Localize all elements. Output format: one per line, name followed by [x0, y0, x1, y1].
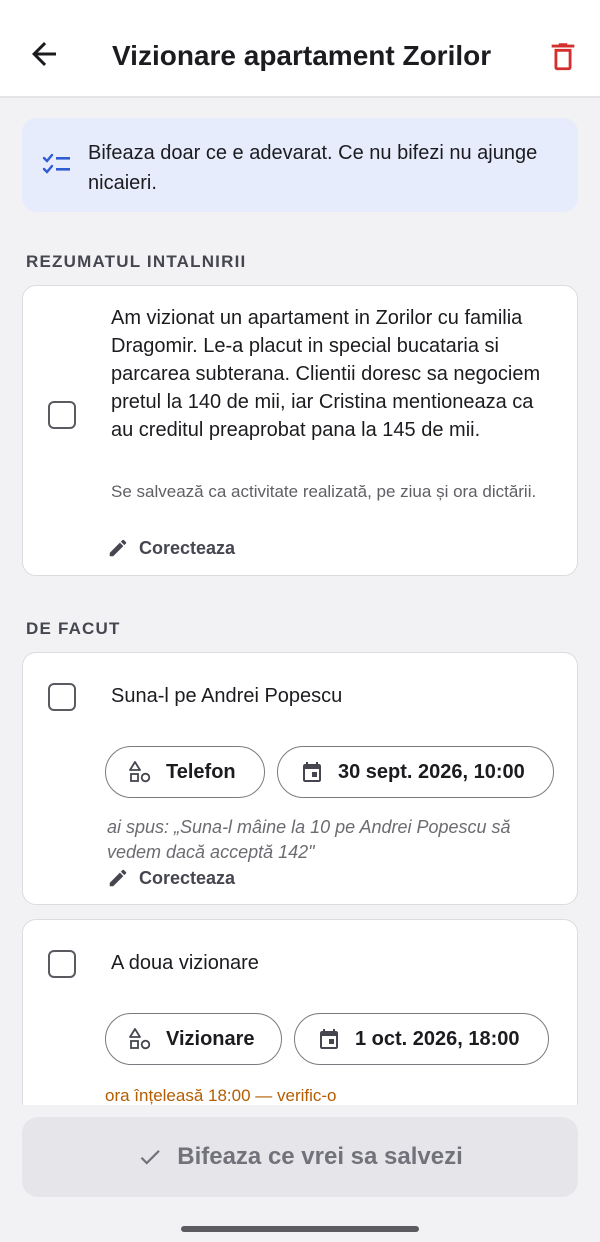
task-quote: ai spus: „Suna-l mâine la 10 pe Andrei P…: [107, 817, 511, 862]
section-heading-todo: DE FACUT: [26, 619, 121, 638]
task-date-label: 1 oct. 2026, 18:00: [355, 1027, 520, 1050]
task-checkbox[interactable]: [48, 950, 76, 978]
task-title: A doua vizionare: [111, 952, 259, 974]
task-date-chip[interactable]: 1 oct. 2026, 18:00: [294, 1013, 549, 1065]
checklist-icon: [42, 153, 70, 174]
task-edit-button[interactable]: Corecteaza: [107, 865, 235, 891]
task-checkbox[interactable]: [48, 683, 76, 711]
save-button[interactable]: Bifeaza ce vrei sa salvezi: [22, 1117, 578, 1197]
trash-icon[interactable]: [546, 38, 580, 74]
pencil-icon: [109, 539, 127, 557]
task-card: Suna-l pe Andrei Popescu Telefon 30 sept…: [22, 652, 578, 905]
arrow-back-icon[interactable]: [26, 36, 62, 72]
summary-checkbox[interactable]: [48, 401, 76, 429]
task-type-label: Telefon: [166, 760, 236, 783]
check-icon: [140, 1150, 160, 1165]
pencil-icon: [109, 869, 127, 887]
task-time-warning: ora înțeleasă 18:00 — verific-o: [105, 1086, 337, 1105]
task-title: Suna-l pe Andrei Popescu: [111, 685, 343, 707]
page-title: Vizionare apartament Zorilor: [112, 40, 492, 71]
info-banner-text: Bifeaza doar ce e adevarat. Ce nu bifezi…: [88, 142, 538, 194]
calendar-icon: [303, 762, 321, 782]
summary-text: Am vizionat un apartament in Zorilor cu …: [111, 307, 541, 441]
info-banner: Bifeaza doar ce e adevarat. Ce nu bifezi…: [22, 118, 578, 212]
home-indicator: [181, 1226, 419, 1232]
task-edit-label: Corecteaza: [139, 867, 236, 888]
summary-edit-button[interactable]: Corecteaza: [107, 535, 235, 561]
task-type-chip[interactable]: Telefon: [105, 746, 265, 798]
task-date-chip[interactable]: 30 sept. 2026, 10:00: [277, 746, 554, 798]
section-heading-summary: REZUMATUL INTALNIRII: [26, 252, 247, 271]
summary-card: Am vizionat un apartament in Zorilor cu …: [22, 285, 578, 576]
task-type-chip[interactable]: Vizionare: [105, 1013, 282, 1065]
summary-note: Se salvează ca activitate realizată, pe …: [111, 482, 537, 501]
shapes-icon: [129, 1028, 151, 1050]
summary-edit-label: Corecteaza: [139, 537, 236, 558]
app-bar: Vizionare apartament Zorilor: [0, 0, 600, 98]
task-type-label: Vizionare: [166, 1027, 255, 1050]
save-button-label: Bifeaza ce vrei sa salvezi: [177, 1143, 463, 1170]
task-date-label: 30 sept. 2026, 10:00: [338, 760, 525, 783]
shapes-icon: [129, 761, 151, 783]
calendar-icon: [320, 1029, 338, 1049]
